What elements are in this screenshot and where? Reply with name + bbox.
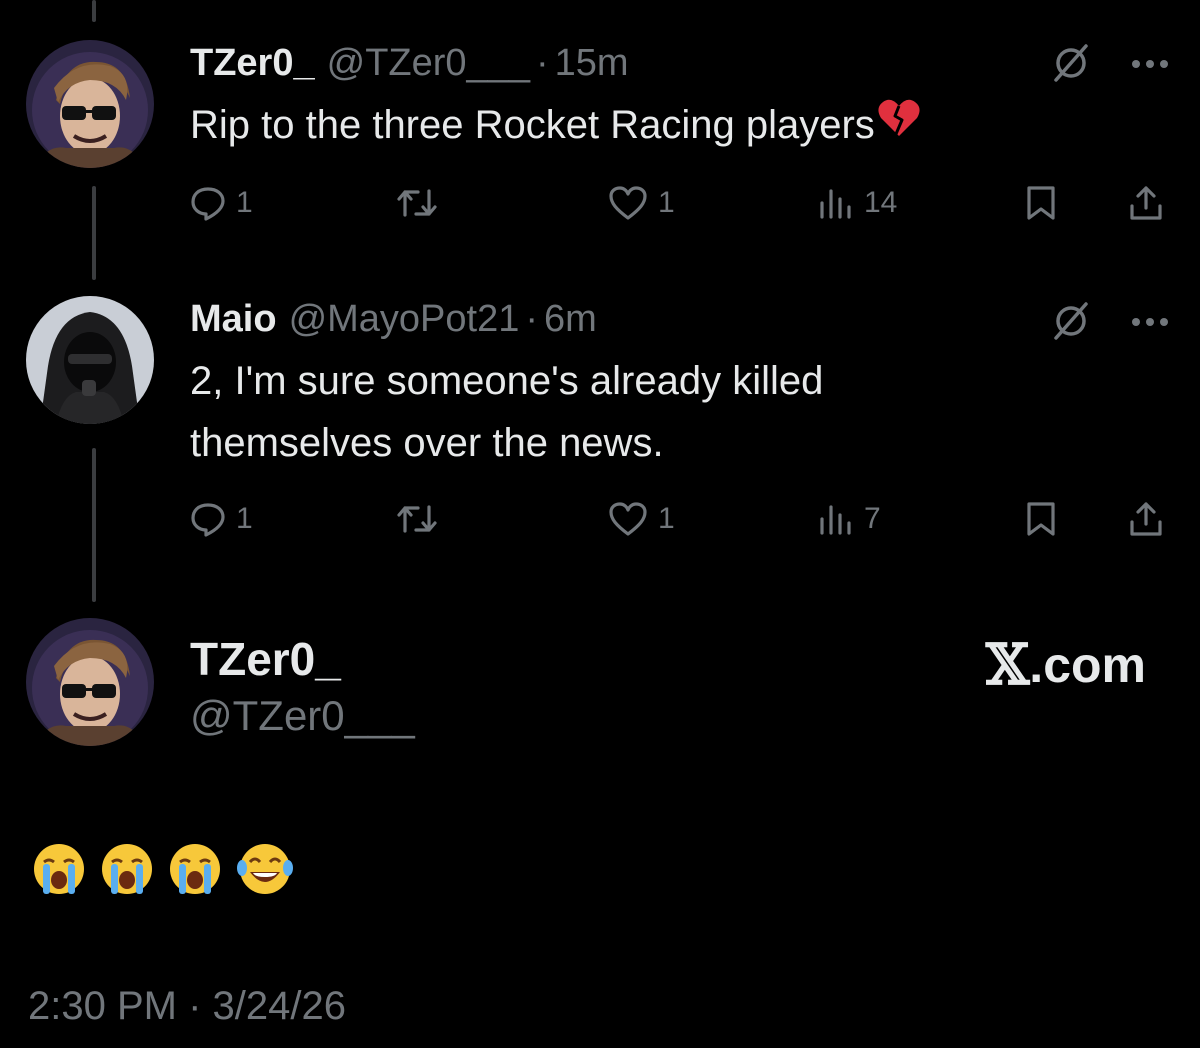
display-name[interactable]: Maio — [190, 298, 277, 341]
retweet-icon — [396, 185, 438, 221]
brand-text: .com — [1029, 637, 1146, 693]
separator-dot: · — [525, 298, 539, 340]
bookmark-icon — [1024, 500, 1058, 538]
more-icon[interactable] — [1130, 315, 1170, 333]
user-handle[interactable]: @TZer0___ — [327, 42, 530, 85]
tweet-body: Rip to the three Rocket Racing players — [190, 103, 875, 147]
thread-line-1 — [92, 186, 96, 280]
tweet-top-actions — [1048, 40, 1170, 91]
view-count: 14 — [864, 186, 898, 219]
tweet-body-line-2: themselves over the news. — [190, 421, 664, 465]
bookmark-button[interactable] — [1024, 178, 1058, 228]
avatar[interactable] — [26, 296, 154, 424]
tweet-header: TZer0_ @TZer0___ · 15m — [190, 42, 629, 85]
broken-heart-emoji — [877, 96, 921, 158]
tweet-body-line-1: 2, I'm sure someone's already killed — [190, 359, 824, 403]
retweet-icon — [396, 501, 438, 537]
reply-icon — [190, 185, 226, 221]
reply-count: 1 — [236, 502, 253, 535]
main-tweet-emojis — [32, 842, 294, 901]
heart-icon — [608, 501, 648, 537]
like-button[interactable]: 1 — [608, 178, 675, 228]
loudly-crying-emoji — [168, 842, 222, 901]
view-count: 7 — [864, 502, 881, 535]
views-button[interactable]: 14 — [818, 178, 897, 228]
like-count: 1 — [658, 502, 675, 535]
tweet-actions: 1 1 7 — [190, 494, 1170, 544]
bookmark-icon — [1024, 184, 1058, 222]
main-user-handle[interactable]: @TZer0___ — [190, 692, 415, 740]
main-timestamp[interactable]: 2:30 PM · 3/24/26 — [28, 984, 346, 1029]
share-icon — [1128, 500, 1164, 538]
reply-button[interactable]: 1 — [190, 178, 253, 228]
loudly-crying-emoji — [32, 842, 86, 901]
grok-icon[interactable] — [1048, 40, 1094, 91]
reply-count: 1 — [236, 186, 253, 219]
share-button[interactable] — [1128, 178, 1164, 228]
tweet-header: Maio @MayoPot21 · 6m — [190, 298, 597, 341]
avatar[interactable] — [26, 40, 154, 168]
reply-icon — [190, 501, 226, 537]
x-brand: 𝕏 .com — [986, 632, 1146, 698]
main-display-name[interactable]: TZer0_ — [190, 632, 341, 686]
x-logo-icon: 𝕏 — [985, 632, 1030, 698]
timestamp[interactable]: 15m — [555, 42, 629, 85]
share-button[interactable] — [1128, 494, 1164, 544]
retweet-button[interactable] — [396, 494, 448, 544]
thread-line-top — [92, 0, 96, 22]
views-button[interactable]: 7 — [818, 494, 881, 544]
tweet-text: 2, I'm sure someone's already killed the… — [190, 350, 823, 474]
user-handle[interactable]: @MayoPot21 — [289, 298, 520, 341]
grok-icon[interactable] — [1048, 298, 1094, 349]
reply-button[interactable]: 1 — [190, 494, 253, 544]
display-name[interactable]: TZer0_ — [190, 42, 315, 85]
tweet-text: Rip to the three Rocket Racing players — [190, 94, 921, 158]
heart-icon — [608, 185, 648, 221]
more-icon[interactable] — [1130, 57, 1170, 75]
thread-line-2 — [92, 448, 96, 602]
share-icon — [1128, 184, 1164, 222]
views-icon — [818, 501, 854, 537]
timestamp[interactable]: 6m — [544, 298, 597, 341]
views-icon — [818, 185, 854, 221]
like-count: 1 — [658, 186, 675, 219]
tears-of-joy-emoji — [236, 842, 294, 901]
loudly-crying-emoji — [100, 842, 154, 901]
tweet-top-actions — [1048, 298, 1170, 349]
tweet-actions: 1 1 14 — [190, 178, 1170, 228]
retweet-button[interactable] — [396, 178, 448, 228]
like-button[interactable]: 1 — [608, 494, 675, 544]
separator-dot: · — [535, 42, 549, 84]
bookmark-button[interactable] — [1024, 494, 1058, 544]
avatar[interactable] — [26, 618, 154, 746]
